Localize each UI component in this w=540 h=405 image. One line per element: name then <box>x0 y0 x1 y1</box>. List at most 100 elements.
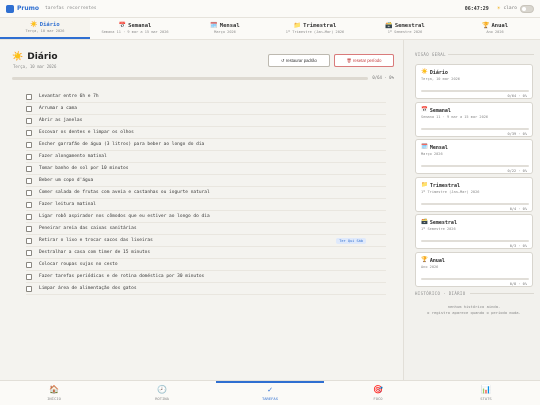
task-checkbox[interactable] <box>26 117 32 124</box>
overview-card-2[interactable]: 🗓️ Mensal Março 2026 0/22 · 0% <box>415 139 533 174</box>
task-row[interactable]: Destralhar a casa com timer de 15 minuto… <box>26 247 386 259</box>
history-empty-line: o registro aparece quando o período muda… <box>427 310 521 315</box>
tab-sub: Terça, 10 mar 2026 <box>25 29 65 33</box>
task-row[interactable]: Peneirar areia das caixas sanitárias <box>26 223 386 235</box>
task-checkbox[interactable] <box>26 93 32 100</box>
clock: 06:47:29 <box>464 5 489 12</box>
card-sub: 1º Semestre 2026 <box>421 227 456 231</box>
task-days-badge: Ter Qui Sáb <box>336 238 366 244</box>
overview-card-3[interactable]: 📁 Trimestral 1º Trimestre (Jan–Mar) 2026 0/… <box>415 176 533 212</box>
nav-rotina[interactable]: 🕗 ROTINA <box>108 381 216 405</box>
task-row[interactable]: Levantar entre 6h e 7h <box>26 91 386 103</box>
card-title: 📁 Trimestral <box>421 181 460 188</box>
overview-card-5[interactable]: 🏆 Anual Ano 2026 0/8 · 0% <box>415 251 533 287</box>
task-row[interactable]: Arrumar a cama <box>26 103 386 115</box>
task-row[interactable]: Fazer leitura matinal <box>26 199 386 211</box>
task-label: Beber um copo d'água <box>39 178 94 183</box>
task-row[interactable]: Tomar banho de sol por 10 minutos <box>26 163 386 175</box>
tab-icon: 🗓️ <box>210 22 218 29</box>
card-title-text: Semestral <box>429 220 457 226</box>
task-label: Colocar roupas sujas no cesto <box>39 262 118 267</box>
task-row[interactable]: Comer salada de frutas com aveia e casta… <box>26 187 386 199</box>
reset-period-button[interactable]: 🗑 resetar período <box>334 54 394 67</box>
task-label: Fazer tarefas periódicas e de rotina dom… <box>39 274 205 279</box>
card-count: 0/22 · 0% <box>507 169 527 173</box>
tab-5[interactable]: 🏆 Anual Ano 2026 <box>450 18 540 39</box>
tab-4[interactable]: 🗃️ Semestral 1º Semestre 2026 <box>360 18 450 39</box>
card-count: 0/64 · 0% <box>507 94 527 98</box>
card-title-text: Anual <box>429 257 445 264</box>
tab-icon: 📅 <box>118 22 127 29</box>
card-count: 0/3 · 0% <box>509 244 527 248</box>
app-subtitle: tarefas recorrentes <box>45 6 97 11</box>
task-checkbox[interactable] <box>26 213 32 220</box>
task-row[interactable]: Abrir as janelas <box>26 115 386 127</box>
task-checkbox[interactable] <box>26 225 32 232</box>
nav-tarefas[interactable]: ✓ TAREFAS <box>216 381 324 405</box>
task-checkbox[interactable] <box>26 249 32 256</box>
restore-default-button[interactable]: ↺ restaurar padrão <box>268 54 330 67</box>
tab-icon: 📁 <box>293 22 302 29</box>
nav-stats[interactable]: 📊 STATS <box>432 381 540 405</box>
sun-icon: ☀ <box>496 5 501 12</box>
task-checkbox[interactable] <box>26 165 32 172</box>
task-checkbox[interactable] <box>26 153 32 160</box>
nav-início[interactable]: 🏠 INÍCIO <box>0 381 108 405</box>
task-row[interactable]: Encher garrafão de água (3 litros) para … <box>26 139 386 151</box>
period-date: Terça, 10 mar 2026 <box>13 64 57 69</box>
task-row[interactable]: Fazer tarefas periódicas e de rotina dom… <box>26 271 386 283</box>
task-row[interactable]: Retirar o lixo e trocar sacos das lixeir… <box>26 235 386 247</box>
main-panel: ☀️ Diário Terça, 10 mar 2026 ↺ restaurar… <box>0 40 402 380</box>
task-checkbox[interactable] <box>26 105 32 112</box>
toggle-switch[interactable] <box>520 4 534 13</box>
card-title-text: Diário <box>429 70 448 76</box>
card-sub: Março 2026 <box>421 152 443 156</box>
nav-label: STATS <box>480 395 492 401</box>
task-checkbox[interactable] <box>26 189 32 196</box>
tab-icon: 🏆 <box>481 22 490 29</box>
card-title-text: Mensal <box>429 145 448 151</box>
card-title: 📅 Semanal <box>421 106 451 114</box>
top-bar: Prumo tarefas recorrentes 06:47:29 ☀ cla… <box>0 0 540 18</box>
task-row[interactable]: Colocar roupas sujas no cesto <box>26 259 386 271</box>
overview-sidebar: VISÃO GERAL ☀️ Diário Terça, 10 mar 2026 0/… <box>403 40 540 380</box>
task-row[interactable]: Fazer alongamento matinal <box>26 151 386 163</box>
task-row[interactable]: Escovar os dentes e limpar os olhos <box>26 127 386 139</box>
task-checkbox[interactable] <box>26 201 32 208</box>
task-checkbox[interactable] <box>26 273 32 280</box>
task-checkbox[interactable] <box>26 261 32 268</box>
task-label: Retirar o lixo e trocar sacos das lixeir… <box>39 238 153 243</box>
task-row[interactable]: Beber um copo d'água <box>26 175 386 187</box>
overview-card-4[interactable]: 🗃️ Semestral 1º Semestre 2026 0/3 · 0% <box>415 214 533 249</box>
task-checkbox[interactable] <box>26 237 32 244</box>
tab-title: 🗃️ Semestral <box>385 23 424 30</box>
theme-label: claro <box>503 6 517 11</box>
tab-3[interactable]: 📁 Trimestral 1º Trimestre (Jan–Mar) 2026 <box>270 18 360 39</box>
nav-icon: 🎯 <box>373 384 383 394</box>
task-label: Fazer alongamento matinal <box>39 154 107 159</box>
task-row[interactable]: Limpar área de alimentação dos gatos <box>26 283 386 295</box>
card-title-text: Semanal <box>429 107 451 114</box>
nav-label: FOCO <box>373 395 383 401</box>
card-icon: 📅 <box>421 106 428 113</box>
tab-label: Semanal <box>128 23 152 29</box>
task-checkbox[interactable] <box>26 129 32 136</box>
overview-card-0[interactable]: ☀️ Diário Terça, 10 mar 2026 0/64 · 0% <box>415 64 533 99</box>
tab-1[interactable]: 📅 Semanal Semana 11 · 9 mar a 15 mar 2026 <box>90 18 180 39</box>
task-checkbox[interactable] <box>26 285 32 292</box>
tab-2[interactable]: 🗓️ Mensal Março 2026 <box>180 18 270 39</box>
nav-foco[interactable]: 🎯 FOCO <box>324 381 432 405</box>
task-label: Peneirar areia das caixas sanitárias <box>39 226 137 231</box>
task-checkbox[interactable] <box>26 177 32 184</box>
overview-card-1[interactable]: 📅 Semanal Semana 11 · 9 mar a 15 mar 2026 0… <box>415 101 533 137</box>
brand[interactable]: Prumo tarefas recorrentes <box>6 4 97 13</box>
tab-0[interactable]: ☀️ Diário Terça, 10 mar 2026 <box>0 18 90 39</box>
card-title: 🏆 Anual <box>421 257 445 264</box>
task-row[interactable]: Ligar robô aspirador nos cômodos que eu … <box>26 211 386 223</box>
history-empty: nenhum histórico ainda. o registro apare… <box>415 304 533 316</box>
card-progress-bar <box>421 202 529 205</box>
history-heading: HISTÓRICO · DIÁRIO <box>415 291 466 296</box>
card-icon: 📁 <box>421 181 428 188</box>
task-checkbox[interactable] <box>26 141 32 148</box>
theme-toggle[interactable]: ☀ claro <box>496 4 534 13</box>
